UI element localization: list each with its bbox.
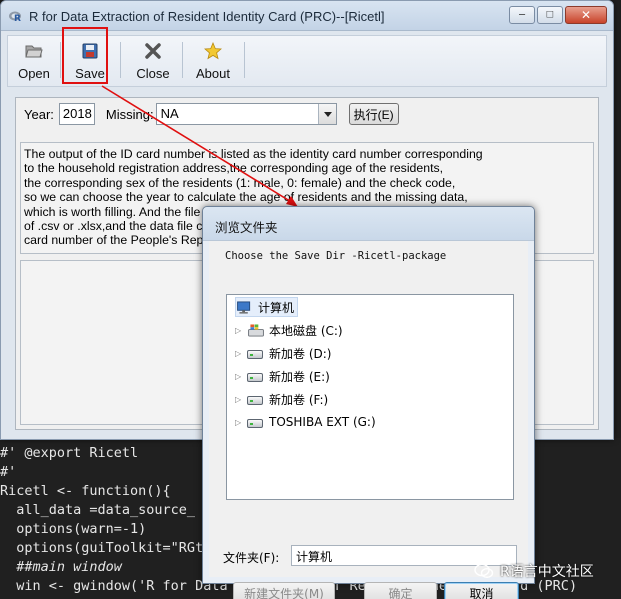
minimize-icon: – <box>518 8 526 21</box>
close-button[interactable]: Close <box>128 38 178 82</box>
close-icon: ✕ <box>580 8 592 22</box>
new-folder-button[interactable]: 新建文件夹(M) <box>233 582 335 599</box>
tree-node-computer[interactable]: 计算机 <box>235 297 299 317</box>
maximize-button[interactable]: □ <box>537 6 563 24</box>
folder-label: 文件夹(F): <box>223 551 280 565</box>
tree-node-drive-g[interactable]: ▷ TOSHIBA EXT (G:) <box>235 412 376 432</box>
maximize-icon: □ <box>546 8 554 21</box>
tree-node-label: 新加卷 (E:) <box>269 369 330 384</box>
tree-node-label: 新加卷 (F:) <box>269 392 329 407</box>
run-button[interactable]: 执行(E) <box>348 103 399 125</box>
options-row: Year: 2018 Missing: NA 执行(E) <box>24 102 399 126</box>
tree-node-drive-c[interactable]: ▷ 本地磁盘 (C:) <box>235 320 343 340</box>
svg-text:R: R <box>14 14 21 22</box>
drive-icon <box>247 347 265 360</box>
year-label: Year: <box>24 106 54 122</box>
star-icon <box>204 42 222 60</box>
drive-icon <box>247 393 265 406</box>
about-label: About <box>196 66 230 81</box>
year-input[interactable]: 2018 <box>58 103 95 125</box>
dialog-title-bar[interactable]: 浏览文件夹 <box>203 207 534 241</box>
browse-folder-dialog: 浏览文件夹 Choose the Save Dir -Ricetl-packag… <box>202 206 535 599</box>
windows-drive-icon <box>248 323 264 337</box>
dialog-instruction: Choose the Save Dir -Ricetl-package <box>225 250 447 262</box>
open-label: Open <box>18 66 50 81</box>
description-line: to the household registration address,th… <box>24 161 444 176</box>
tree-node-label: TOSHIBA EXT (G:) <box>269 415 376 429</box>
window-controls: – □ ✕ <box>509 6 607 24</box>
cancel-button[interactable]: 取消 <box>444 582 519 599</box>
close-window-button[interactable]: ✕ <box>565 6 607 24</box>
expand-arrow-icon[interactable]: ▷ <box>235 349 245 358</box>
folder-tree[interactable]: 计算机 ▷ 本地磁盘 (C:) ▷ 新加卷 (D:) ▷ 新加卷 (E:) ▷ … <box>226 294 514 500</box>
toolbar-separator <box>182 42 183 78</box>
tree-node-label: 计算机 <box>258 300 295 315</box>
window-title: R for Data Extraction of Resident Identi… <box>29 9 385 24</box>
expand-arrow-icon[interactable]: ▷ <box>235 326 245 335</box>
expand-arrow-icon[interactable]: ▷ <box>235 395 245 404</box>
close-label: Close <box>136 66 170 81</box>
toolbar-separator <box>60 42 61 78</box>
wechat-icon <box>474 563 494 579</box>
tree-node-label: 本地磁盘 (C:) <box>269 323 343 338</box>
watermark: R语言中文社区 <box>474 561 594 581</box>
open-button[interactable]: Open <box>12 38 56 82</box>
toolbar-separator <box>120 42 121 78</box>
drive-icon <box>247 416 265 429</box>
description-line: so we can choose the year to calculate t… <box>24 190 468 205</box>
tree-node-drive-f[interactable]: ▷ 新加卷 (F:) <box>235 389 328 409</box>
description-line: the corresponding sex of the residents (… <box>24 175 456 190</box>
chevron-down-icon[interactable] <box>317 104 336 124</box>
dialog-body: Choose the Save Dir -Ricetl-package 计算机 … <box>209 241 528 599</box>
toolbar-separator <box>244 42 245 78</box>
watermark-text: R语言中文社区 <box>500 564 594 580</box>
x-close-icon <box>145 43 161 59</box>
drive-icon <box>247 370 265 383</box>
expand-arrow-icon[interactable]: ▷ <box>235 372 245 381</box>
minimize-button[interactable]: – <box>509 6 535 24</box>
missing-label: Missing: <box>105 106 154 122</box>
tree-node-drive-d[interactable]: ▷ 新加卷 (D:) <box>235 343 331 363</box>
computer-icon <box>237 300 251 314</box>
dialog-title: 浏览文件夹 <box>215 220 278 235</box>
ok-button[interactable]: 确定 <box>364 582 437 599</box>
missing-value: NA <box>160 106 179 121</box>
about-button[interactable]: About <box>186 38 240 82</box>
expand-arrow-icon[interactable]: ▷ <box>235 418 245 427</box>
save-highlight-box <box>62 27 108 84</box>
folder-open-icon <box>25 45 43 58</box>
tree-node-label: 新加卷 (D:) <box>269 346 332 361</box>
r-logo-icon: R <box>9 11 21 22</box>
description-line: The output of the ID card number is list… <box>24 147 483 161</box>
tree-node-drive-e[interactable]: ▷ 新加卷 (E:) <box>235 366 330 386</box>
missing-select[interactable]: NA <box>155 103 337 125</box>
